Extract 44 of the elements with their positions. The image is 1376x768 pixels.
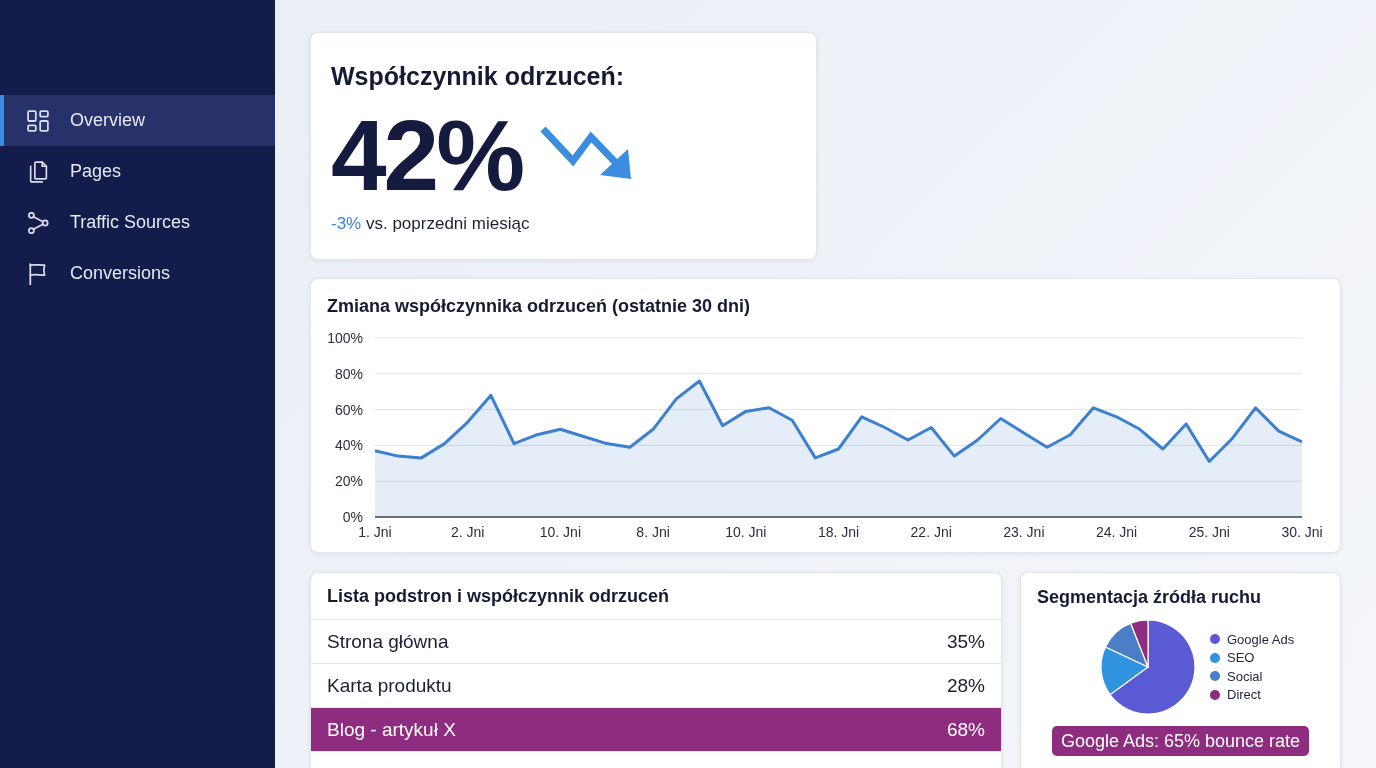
nav-item[interactable]: Conversions <box>0 248 275 299</box>
connected-nodes-icon <box>27 211 49 234</box>
legend-label: SEO <box>1227 650 1255 666</box>
dashboard-icon <box>27 109 49 132</box>
card-title: Współczynnik odrzuceń: <box>331 61 626 91</box>
kpi-value: 42% <box>331 105 523 205</box>
callout-badge: Google Ads: 65% bounce rate <box>1051 726 1310 756</box>
bounce-rate: 28% <box>946 674 985 697</box>
x-axis-label: 30. Jni <box>1281 524 1323 540</box>
x-axis-label: 1. Jni <box>358 524 392 540</box>
y-axis-label: 20% <box>334 473 363 490</box>
x-axis-label: 22. Jni <box>910 524 952 540</box>
page-name: Blog - artykuł X <box>327 718 456 741</box>
x-axis-label: 18. Jni <box>817 524 860 540</box>
x-axis-label: 2. Jni <box>450 524 485 540</box>
y-axis-label: 0% <box>342 509 363 525</box>
nav-item[interactable]: Pages <box>0 146 275 197</box>
documents-icon <box>27 160 49 183</box>
y-axis-label: 100% <box>327 330 363 346</box>
x-axis-label: 10. Jni <box>539 524 582 540</box>
bounce-rate: 35% <box>946 630 985 653</box>
nav-item[interactable]: Traffic Sources <box>0 197 275 248</box>
chart-title: Segmentacja źródła ruchu <box>1037 586 1263 609</box>
y-axis-label: 60% <box>334 401 363 418</box>
page-name: Strona główna <box>327 630 449 653</box>
y-axis-label: 80% <box>334 365 363 382</box>
x-axis-label: 8. Jni <box>636 524 670 540</box>
x-axis-label: 10. Jni <box>725 524 767 540</box>
chart-title: Zmiana współczynnika odrzuceń (ostatnie 30 dni) <box>327 295 752 318</box>
x-axis-label: 25. Jni <box>1188 524 1230 540</box>
list-row[interactable]: Strona główna 35% <box>311 620 1001 664</box>
trend-down-arrow-icon <box>540 125 633 181</box>
legend-label: Direct <box>1227 687 1261 703</box>
nav-item[interactable]: Overview <box>0 95 275 146</box>
bounce-rate: 68% <box>946 718 985 741</box>
list-row[interactable]: Karta produktu 28% <box>311 664 1001 708</box>
y-axis-label: 40% <box>334 437 363 454</box>
page-name: Karta produktu <box>327 674 452 697</box>
legend-label: Google Ads <box>1227 631 1295 647</box>
list-row[interactable]: Blog - artykuł X 68% <box>311 708 1001 752</box>
x-axis-label: 23. Jni <box>1003 524 1045 540</box>
x-axis-label: 24. Jni <box>1095 524 1138 540</box>
comparison-text: -3% vs. poprzedni miesiąc <box>331 213 531 235</box>
legend-label: Social <box>1227 668 1263 684</box>
